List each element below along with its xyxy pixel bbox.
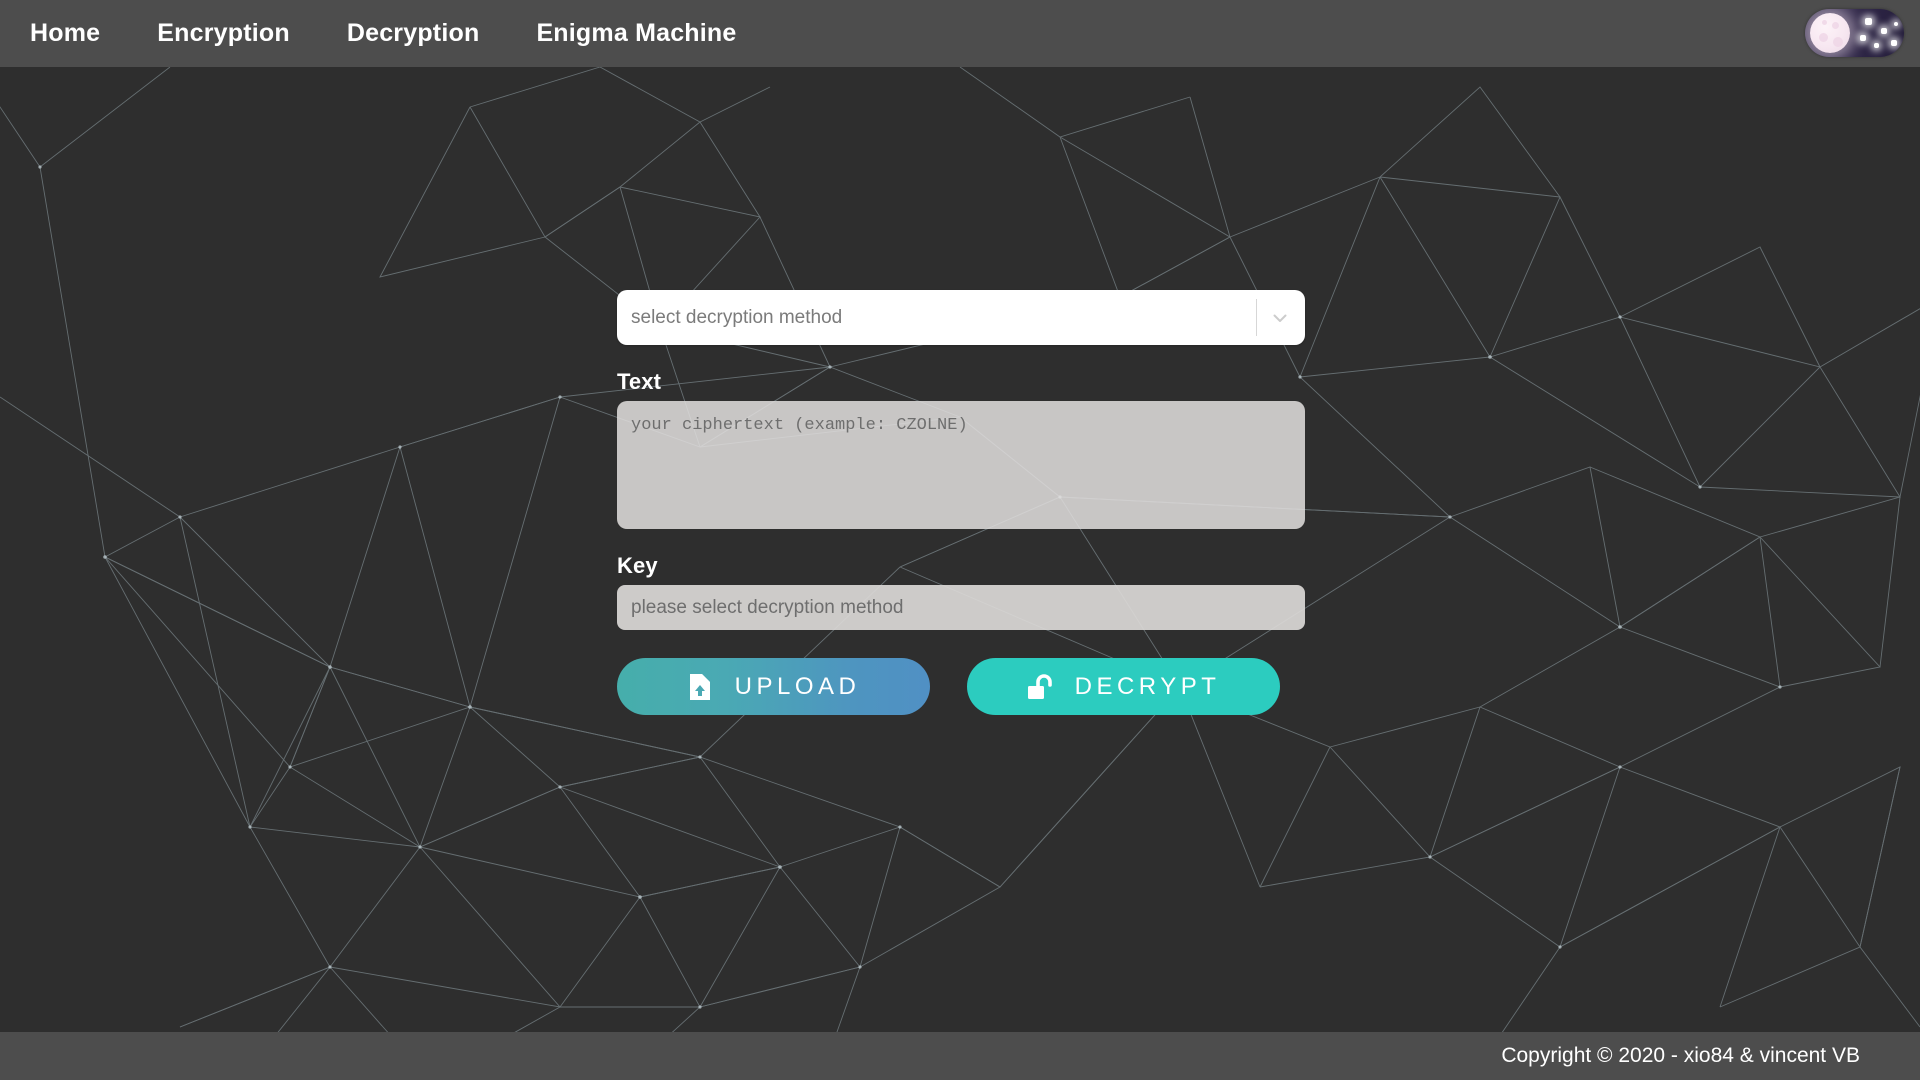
upload-button[interactable]: UPLOAD xyxy=(617,658,930,715)
file-upload-icon xyxy=(687,672,713,702)
decryption-method-select[interactable]: select decryption method xyxy=(617,290,1305,345)
unlock-icon xyxy=(1027,672,1053,702)
page-root: Home Encryption Decryption Enigma Machin… xyxy=(0,0,1920,1080)
key-field-label: Key xyxy=(617,553,658,578)
decrypt-button[interactable]: DECRYPT xyxy=(967,658,1280,715)
nav-link-decryption[interactable]: Decryption xyxy=(347,21,480,46)
nav-link-enigma-machine[interactable]: Enigma Machine xyxy=(536,21,736,46)
dark-mode-toggle[interactable] xyxy=(1805,9,1904,57)
star-icon xyxy=(1881,28,1887,34)
star-icon xyxy=(1894,22,1898,26)
star-icon xyxy=(1860,35,1866,41)
page-footer: Copyright © 2020 - xio84 & vincent VB xyxy=(0,1032,1920,1080)
key-input[interactable] xyxy=(617,585,1305,630)
nav-links: Home Encryption Decryption Enigma Machin… xyxy=(30,21,737,46)
star-icon xyxy=(1865,18,1872,25)
form-actions: UPLOAD DECRYPT xyxy=(617,658,1305,715)
nav-link-encryption[interactable]: Encryption xyxy=(157,21,290,46)
star-icon xyxy=(1891,40,1897,46)
top-navbar: Home Encryption Decryption Enigma Machin… xyxy=(0,0,1920,67)
text-field-label: Text xyxy=(617,369,662,394)
decrypt-button-label: DECRYPT xyxy=(1074,672,1221,700)
select-divider xyxy=(1256,299,1257,336)
nav-link-home[interactable]: Home xyxy=(30,21,100,46)
star-icon xyxy=(1874,43,1879,48)
ciphertext-input[interactable] xyxy=(617,401,1305,529)
chevron-down-icon[interactable] xyxy=(1269,307,1291,329)
decryption-method-select-value: select decryption method xyxy=(631,306,843,328)
moon-icon xyxy=(1810,13,1850,53)
decryption-form: select decryption method Text Key xyxy=(617,290,1305,715)
copyright-text: Copyright © 2020 - xio84 & vincent VB xyxy=(1501,1044,1860,1067)
upload-button-label: UPLOAD xyxy=(734,672,861,700)
